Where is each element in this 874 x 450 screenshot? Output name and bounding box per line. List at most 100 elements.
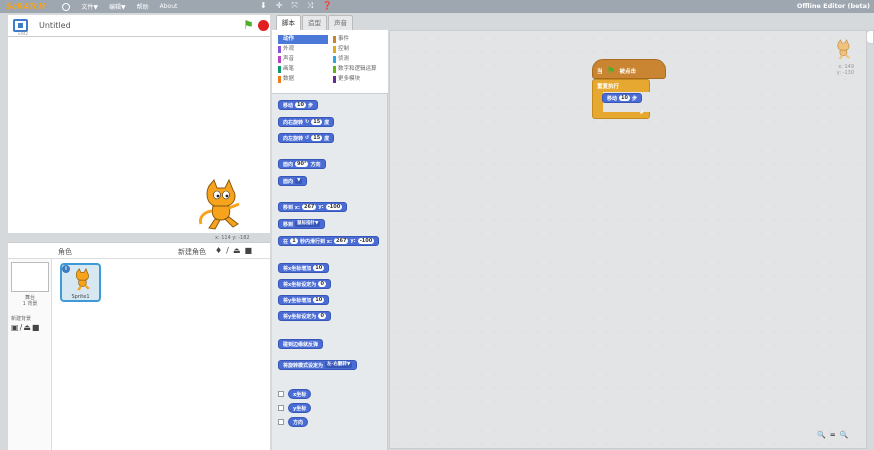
block-text: 将y坐标设定为 (283, 313, 317, 320)
duplicate-stamp-icon[interactable]: ⬇ (260, 1, 267, 11)
zoom-in-icon[interactable]: 🔍 (840, 431, 849, 439)
sprite-thumbnail-sprite1[interactable]: i Sprite1 (60, 263, 101, 302)
zoom-out-icon[interactable]: 🔍 (817, 431, 826, 439)
block-help-icon[interactable]: ❓ (322, 1, 332, 11)
block-change-x[interactable]: 将x坐标增加 10 (278, 263, 330, 273)
block-text: 重复执行 (597, 84, 620, 90)
block-arg[interactable]: 15 (311, 119, 323, 125)
delete-scissors-icon[interactable]: ✛ (276, 1, 283, 11)
tips-tab[interactable] (866, 30, 874, 44)
choose-sprite-library-icon[interactable]: ♦ (215, 246, 222, 255)
category-events[interactable]: 事件 (333, 35, 387, 44)
block-arg[interactable]: 10 (313, 297, 325, 303)
block-glide[interactable]: 在 1 秒内滑行到 x: 267 y: -100 (278, 236, 380, 246)
block-arg[interactable]: 0 (318, 281, 327, 287)
reporter-y-position[interactable]: y坐标 (288, 403, 312, 413)
shrink-icon[interactable]: ⤨ (307, 1, 313, 11)
category-pen[interactable]: 画笔 (278, 65, 328, 74)
block-set-y[interactable]: 将y坐标设定为 0 (278, 311, 332, 321)
menu-edit[interactable]: 编辑▼ (109, 2, 126, 11)
tab-costumes[interactable]: 造型 (302, 15, 327, 30)
checkbox-x-position[interactable] (278, 391, 284, 397)
block-arg[interactable]: 10 (313, 265, 325, 271)
tab-scripts[interactable]: 脚本 (276, 15, 301, 30)
block-turn-right[interactable]: 向右旋转 ↻ 15 度 (278, 117, 335, 127)
upload-backdrop-icon[interactable]: ⏏ (23, 323, 31, 332)
block-arg-secs[interactable]: 1 (290, 238, 299, 244)
block-point-in-direction[interactable]: 面向 90° 方向 (278, 159, 326, 169)
paint-backdrop-icon[interactable]: / (20, 323, 23, 332)
block-text: 将旋转模式设定为 (283, 362, 324, 369)
stop-sign-icon[interactable] (258, 20, 269, 31)
block-go-to-xy[interactable]: 移到 x: 267 y: -100 (278, 202, 348, 212)
tab-sounds[interactable]: 声音 (328, 15, 353, 30)
zoom-controls: 🔍 = 🔍 (817, 431, 848, 439)
sprite-cat-on-stage[interactable] (195, 178, 245, 233)
paint-new-sprite-icon[interactable]: / (226, 246, 229, 255)
block-text: 面向 (283, 178, 294, 185)
language-globe-icon[interactable] (62, 2, 71, 11)
block-arg[interactable]: 15 (311, 135, 323, 141)
block-dropdown[interactable]: ▼ (295, 178, 303, 184)
category-operators[interactable]: 数字和逻辑运算 (333, 65, 387, 74)
block-arg-x[interactable]: 267 (333, 238, 349, 244)
block-point-towards[interactable]: 面向 ▼ (278, 176, 308, 186)
block-dropdown[interactable]: 鼠标指针▼ (295, 221, 321, 227)
reporter-direction[interactable]: 方向 (288, 417, 309, 427)
block-arg[interactable]: 0 (318, 313, 327, 319)
category-looks[interactable]: 外观 (278, 45, 328, 54)
block-arg[interactable]: 90° (295, 161, 309, 167)
block-text: 将y坐标增加 (283, 297, 312, 304)
block-move-steps[interactable]: 移动 10 步 (278, 100, 318, 110)
project-title[interactable]: Untitled (39, 21, 71, 30)
block-text: 移到 x: (283, 204, 300, 211)
camera-icon[interactable]: ■ (244, 246, 252, 255)
stage-selector[interactable]: 舞台 1 背景 新建背景 ▣ / ⏏ ■ (8, 259, 52, 450)
sprite-info-icon[interactable]: i (62, 265, 70, 273)
script-move-steps-block[interactable]: 移动 10 步 (602, 93, 642, 103)
block-arg[interactable]: 10 (619, 95, 630, 101)
sprite-xy-readout: x: 149 y: -130 (834, 64, 854, 76)
category-sound[interactable]: 声音 (278, 55, 328, 64)
block-text: 步 (631, 95, 637, 102)
block-set-rotation-style[interactable]: 将旋转模式设定为 左-右翻转▼ (278, 360, 358, 370)
block-change-y[interactable]: 将y坐标增加 10 (278, 295, 330, 305)
block-arg-y[interactable]: -100 (357, 238, 375, 244)
block-set-x[interactable]: 将x坐标设定为 0 (278, 279, 332, 289)
scratch-logo[interactable]: ScRATcH (6, 2, 45, 11)
grow-icon[interactable]: ⤧ (291, 1, 297, 11)
menu-tips[interactable]: 帮助 (137, 2, 149, 11)
category-more-blocks[interactable]: 更多模块 (333, 75, 387, 84)
green-flag-icon[interactable]: ⚑ (243, 19, 254, 31)
block-text: 被点击 (619, 69, 636, 75)
category-motion[interactable]: 动作 (278, 35, 328, 44)
block-go-to[interactable]: 移到 鼠标指针▼ (278, 219, 326, 229)
backdrop-library-icon[interactable]: ▣ (11, 323, 19, 332)
block-text: y: (318, 204, 324, 210)
when-flag-clicked-block[interactable]: 当 ⚑ 被点击 (592, 59, 666, 79)
block-bounce-on-edge[interactable]: 碰到边缘就反弹 (278, 339, 324, 349)
block-arg-y[interactable]: -100 (325, 204, 343, 210)
loop-arrow-icon: ↲ (638, 109, 644, 116)
block-arg-x[interactable]: 267 (301, 204, 317, 210)
block-text: 向左旋转 (283, 135, 304, 142)
block-text: 步 (307, 102, 313, 109)
checkbox-direction[interactable] (278, 419, 284, 425)
backdrop-camera-icon[interactable]: ■ (32, 323, 40, 332)
category-sensing[interactable]: 侦测 (333, 55, 387, 64)
reporter-x-position[interactable]: x坐标 (288, 389, 312, 399)
rotate-clockwise-icon: ↻ (305, 119, 310, 125)
menu-about[interactable]: About (160, 3, 178, 10)
block-dropdown[interactable]: 左-右翻转▼ (325, 362, 353, 368)
block-turn-left[interactable]: 向左旋转 ↺ 15 度 (278, 133, 335, 143)
category-data[interactable]: 数据 (278, 75, 328, 84)
zoom-reset-button[interactable]: = (830, 431, 836, 439)
block-arg[interactable]: 10 (295, 102, 306, 108)
checkbox-y-position[interactable] (278, 405, 284, 411)
stage-thumbnail[interactable] (11, 262, 49, 292)
upload-sprite-icon[interactable]: ⏏ (233, 246, 241, 255)
menu-bar: ScRATcH 文件▼ 编辑▼ 帮助 About ⬇ ✛ ⤧ ⤨ ❓ Offli… (0, 0, 874, 13)
category-control[interactable]: 控制 (333, 45, 387, 54)
menu-file[interactable]: 文件▼ (81, 2, 98, 11)
block-text: 碰到边缘就反弹 (283, 341, 319, 348)
